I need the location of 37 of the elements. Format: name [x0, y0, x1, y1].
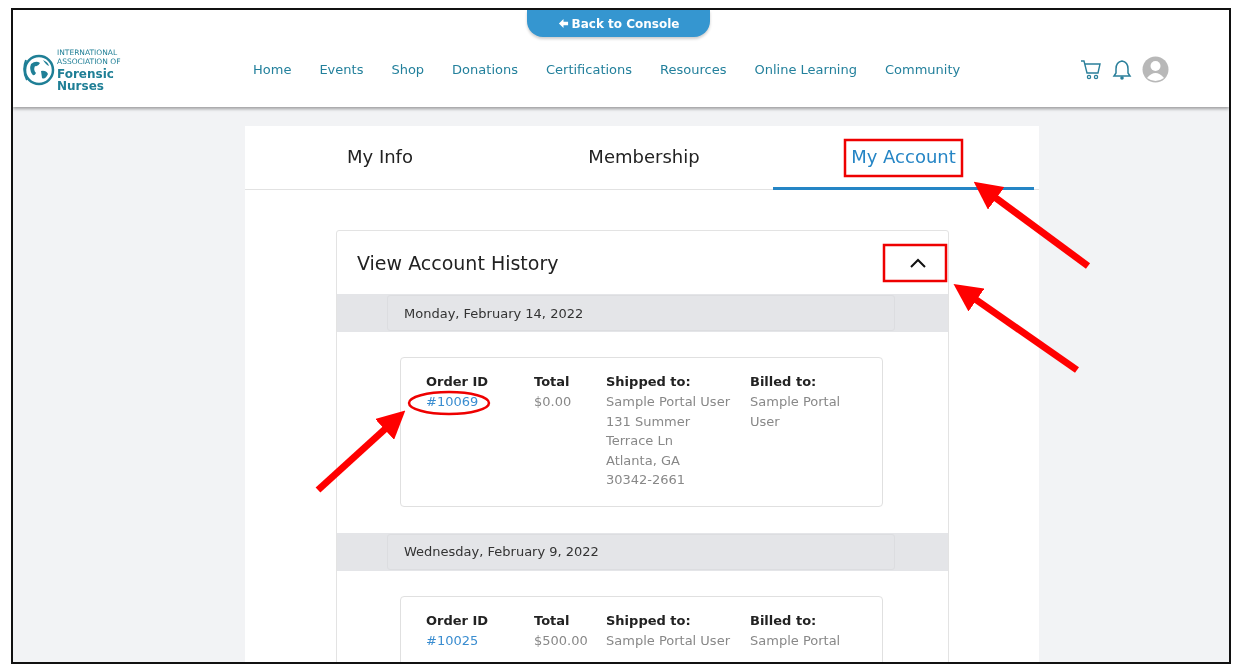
order-id-link[interactable]: #10069: [426, 392, 479, 412]
nav-link[interactable]: Donations: [452, 62, 518, 77]
order-total: $0.00: [534, 393, 573, 411]
column-label: Billed to:: [750, 373, 818, 391]
order-total: $500.00: [534, 631, 589, 650]
column-label: Shipped to:: [606, 373, 692, 391]
column-label: Total: [534, 611, 571, 630]
billing-name: Sample Portal User: [750, 393, 842, 431]
order-id-link[interactable]: #10025: [426, 630, 479, 651]
nav-link[interactable]: Home: [253, 62, 292, 77]
panel-title: View Account History: [357, 251, 559, 274]
shipping-address: Sample Portal User: [606, 631, 731, 650]
nav-link[interactable]: Shop: [391, 62, 425, 77]
column-label: Total: [534, 373, 571, 391]
column-label: Order ID: [426, 611, 490, 630]
back-to-console-button[interactable]: Back to Console: [527, 10, 710, 37]
shipping-address: Sample Portal User 131 Summer Terrace Ln Atlanta, GA 30342-2661: [606, 393, 731, 489]
tab[interactable]: My Account: [773, 126, 1034, 190]
column-label: Shipped to:: [606, 611, 692, 630]
column-label: Billed to:: [750, 611, 818, 630]
chevron-icon[interactable]: [909, 256, 927, 269]
billing-name: Sample Portal: [750, 631, 842, 650]
nav-link[interactable]: Events: [319, 62, 364, 77]
nav-link[interactable]: Certifications: [545, 62, 633, 77]
tab[interactable]: Membership: [515, 126, 773, 190]
tab[interactable]: My Info: [245, 126, 515, 190]
date-header: Monday, February 14, 2022: [387, 295, 895, 331]
annotation-box: [882, 243, 948, 283]
bell-icon[interactable]: [1112, 58, 1132, 81]
nav-link[interactable]: Online Learning: [754, 62, 857, 77]
date-header: Wednesday, February 9, 2022: [387, 533, 895, 570]
nav-link[interactable]: Resources: [660, 62, 727, 77]
cart-icon[interactable]: [1080, 58, 1102, 81]
logo-title: Forensic Nurses: [57, 67, 115, 92]
arrow-left-icon: [557, 18, 569, 29]
column-label: Order ID: [426, 373, 490, 391]
nav-link[interactable]: Community: [885, 62, 961, 77]
